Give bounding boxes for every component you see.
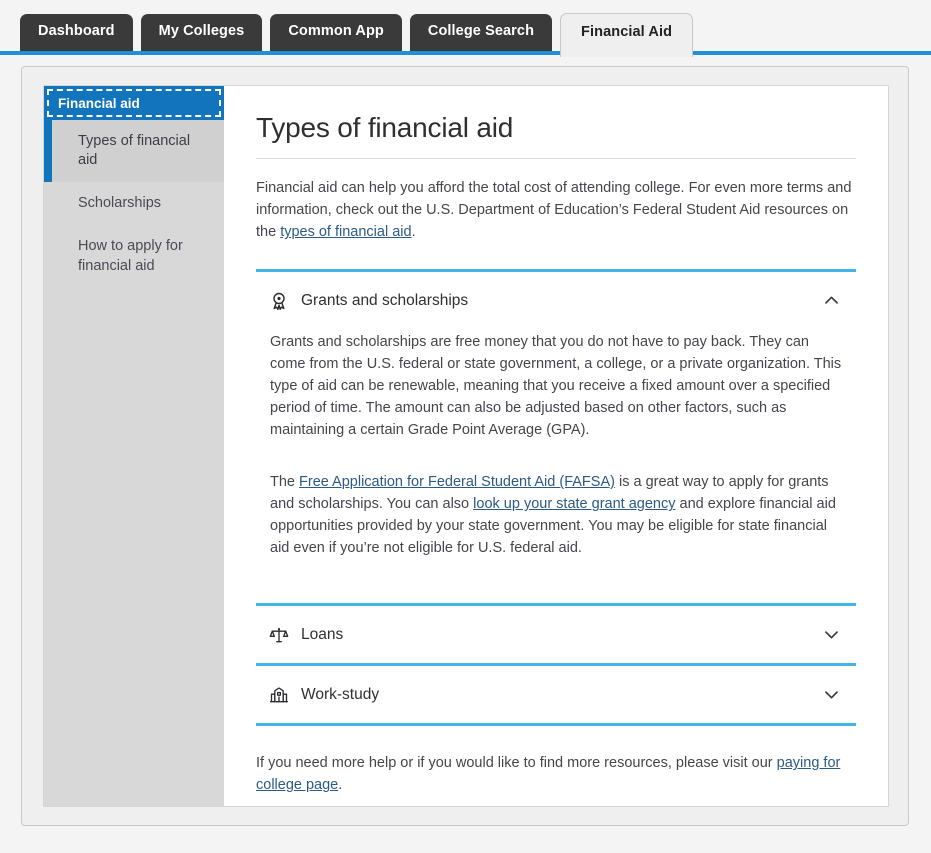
footer-text-pre: If you need more help or if you would li… (256, 755, 777, 771)
tab-bar-underline (0, 51, 931, 55)
sidebar-nav-list: Types of financial aid Scholarships How … (44, 120, 224, 288)
sidebar-item-scholarships[interactable]: Scholarships (44, 182, 224, 225)
accordion-item-work-study: Work-study (256, 663, 856, 726)
sidebar: Financial aid Types of financial aid Sch… (44, 86, 224, 806)
accordion-header-work-study[interactable]: Work-study (256, 666, 856, 723)
page-panel: Financial aid Types of financial aid Sch… (21, 66, 909, 826)
types-of-financial-aid-link[interactable]: types of financial aid (280, 224, 411, 240)
tab-financial-aid[interactable]: Financial Aid (560, 13, 693, 57)
main-content: Types of financial aid Financial aid can… (224, 86, 888, 806)
grants-paragraph-1: Grants and scholarships are free money t… (270, 331, 842, 441)
balance-scales-icon (268, 624, 290, 646)
accordion-title: Grants and scholarships (301, 292, 818, 310)
title-divider (256, 158, 856, 159)
tab-college-search[interactable]: College Search (410, 14, 552, 51)
page-title: Types of financial aid (256, 112, 856, 144)
accordion-body-grants-and-scholarships: Grants and scholarships are free money t… (256, 329, 856, 603)
accordion-title: Work-study (301, 686, 818, 704)
sidebar-item-label: How to apply for financial aid (78, 238, 183, 273)
tab-my-colleges[interactable]: My Colleges (141, 14, 263, 51)
footer-text-post: . (338, 777, 342, 793)
chevron-down-icon[interactable] (818, 682, 844, 708)
sidebar-item-types-of-financial-aid[interactable]: Types of financial aid (44, 120, 224, 182)
accordion-title: Loans (301, 626, 818, 644)
school-building-icon (268, 684, 290, 706)
footer-note: If you need more help or if you would li… (256, 752, 856, 796)
intro-text-post: . (412, 224, 416, 240)
accordion-header-grants-and-scholarships[interactable]: Grants and scholarships (256, 272, 856, 329)
award-medal-icon (268, 290, 290, 312)
sidebar-header[interactable]: Financial aid (44, 86, 224, 120)
chevron-up-icon[interactable] (818, 288, 844, 314)
sidebar-item-how-to-apply[interactable]: How to apply for financial aid (44, 225, 224, 287)
intro-paragraph: Financial aid can help you afford the to… (256, 177, 856, 243)
accordion-item-grants-and-scholarships: Grants and scholarships Grants and schol… (256, 269, 856, 603)
state-grant-agency-link[interactable]: look up your state grant agency (473, 496, 675, 512)
financial-aid-accordion: Grants and scholarships Grants and schol… (256, 269, 856, 726)
tab-list: Dashboard My Colleges Common App College… (20, 13, 693, 51)
accordion-item-loans: Loans (256, 603, 856, 663)
content-card: Financial aid Types of financial aid Sch… (43, 85, 889, 807)
sidebar-header-label: Financial aid (58, 96, 140, 111)
sidebar-item-label: Scholarships (78, 195, 161, 211)
tab-common-app[interactable]: Common App (270, 14, 402, 51)
top-tab-bar: Dashboard My Colleges Common App College… (0, 0, 931, 58)
fafsa-link[interactable]: Free Application for Federal Student Aid… (299, 474, 615, 490)
chevron-down-icon[interactable] (818, 622, 844, 648)
accordion-header-loans[interactable]: Loans (256, 606, 856, 663)
tab-dashboard[interactable]: Dashboard (20, 14, 133, 51)
p2-segment-1: The (270, 474, 299, 490)
sidebar-item-label: Types of financial aid (78, 133, 190, 168)
grants-paragraph-2: The Free Application for Federal Student… (270, 471, 842, 559)
